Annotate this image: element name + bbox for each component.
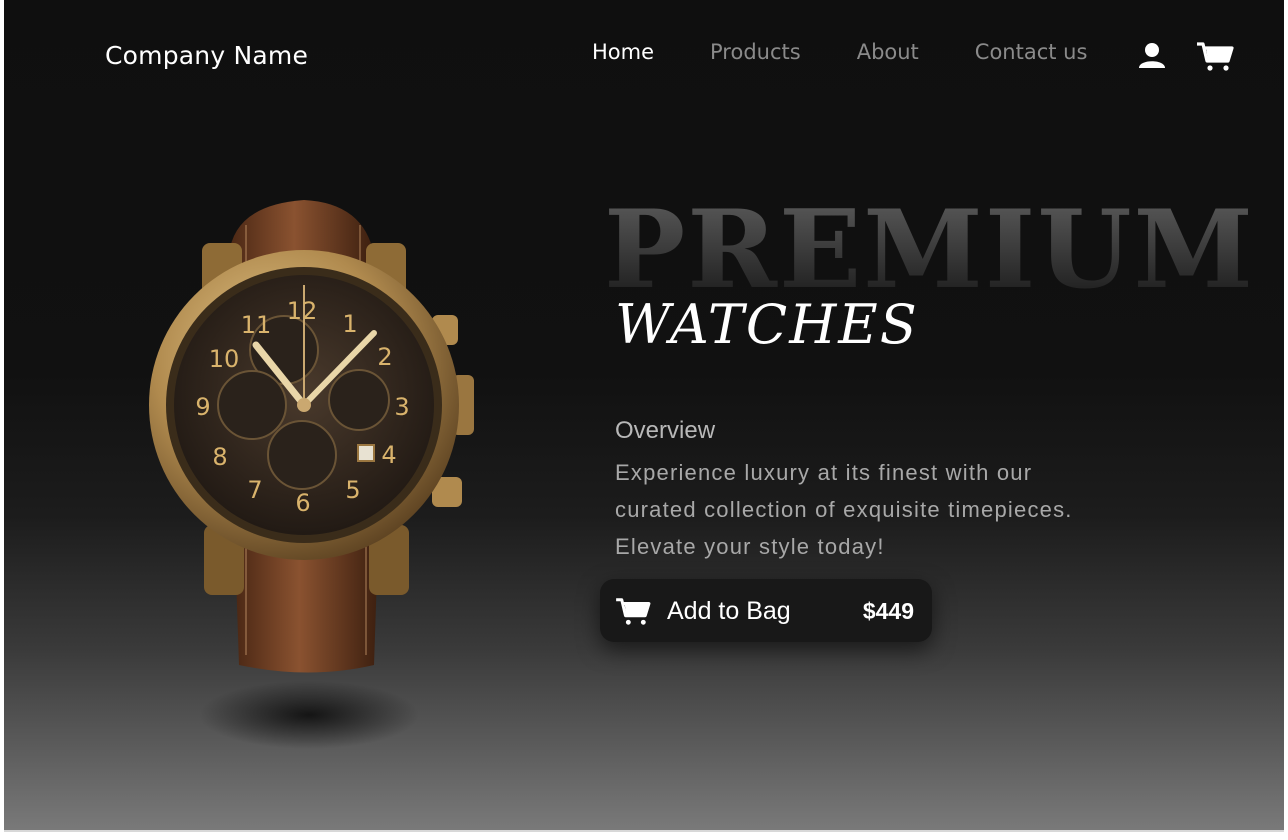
cart-icon: [616, 598, 651, 625]
user-icon[interactable]: [1138, 41, 1166, 69]
add-to-bag-button[interactable]: Add to Bag $449: [600, 579, 932, 642]
dial-numeral-8: 8: [212, 443, 227, 471]
dial-numeral-9: 9: [195, 393, 210, 421]
price-label: $449: [862, 598, 914, 624]
main-nav: Home Products About Contact us: [592, 40, 1087, 64]
nav-about[interactable]: About: [857, 40, 919, 64]
dial-numeral-2: 2: [377, 343, 392, 371]
brand-logo[interactable]: Company Name: [105, 41, 308, 70]
dial-numeral-6: 6: [295, 489, 310, 517]
nav-home[interactable]: Home: [592, 40, 654, 64]
cart-icon[interactable]: [1196, 40, 1234, 72]
dial-numeral-4: 4: [381, 441, 396, 469]
nav-products[interactable]: Products: [710, 40, 801, 64]
hero-headline: PREMIUM: [604, 187, 1256, 313]
dial-numeral-7: 7: [247, 476, 262, 504]
overview-text: Experience luxury at its finest with our…: [615, 460, 1073, 559]
dial-numeral-3: 3: [394, 393, 409, 421]
overview-title: Overview: [615, 417, 716, 444]
nav-contact[interactable]: Contact us: [975, 40, 1088, 64]
dial-numeral-1: 1: [342, 310, 357, 338]
dial-numeral-10: 10: [209, 345, 240, 373]
add-to-bag-label: Add to Bag: [667, 597, 791, 625]
dial-numeral-5: 5: [345, 476, 360, 504]
watch-image: 12 1 2 3 4 5 6 7 8 9 10 11: [149, 200, 474, 749]
dial-numeral-11: 11: [241, 311, 272, 339]
dial-numeral-12: 12: [287, 297, 318, 325]
page-frame: Company Name Home Products About Contact…: [4, 0, 1284, 832]
hero-subheadline: WATCHES: [615, 293, 919, 356]
